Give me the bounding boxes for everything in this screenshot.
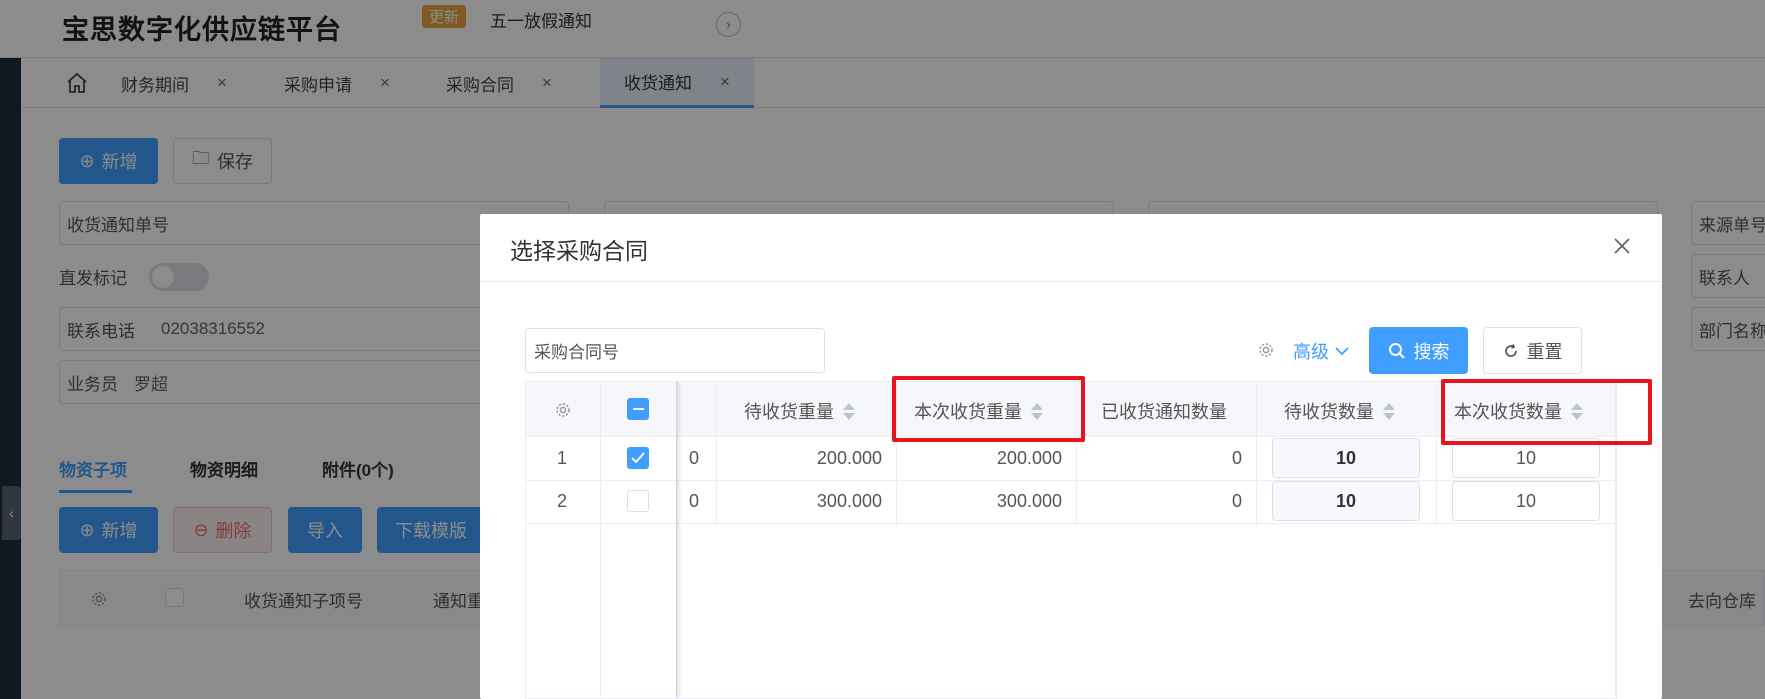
- row-this-weight: 200.000: [996, 448, 1062, 468]
- advanced-toggle[interactable]: 高级: [1293, 338, 1349, 364]
- dialog-title: 选择采购合同: [510, 238, 648, 264]
- row-divider: [526, 523, 1615, 524]
- row-received-count: 0: [1231, 448, 1242, 468]
- select-contract-dialog: 选择采购合同 采购合同号 高级 搜索 重置 待收货重量 本次收货重量 已收货通知…: [480, 214, 1662, 699]
- pending-qty-input[interactable]: 10: [1272, 438, 1420, 478]
- dialog-header: 选择采购合同: [480, 214, 1662, 282]
- row-received-count: 0: [1231, 491, 1242, 511]
- col-divider: [1436, 382, 1437, 526]
- row-cell: 0: [689, 491, 700, 511]
- check-icon: [631, 452, 645, 464]
- highlight-this-qty: [1441, 379, 1652, 445]
- col-divider: [600, 382, 601, 699]
- col-divider: [1256, 382, 1257, 526]
- row-divider: [526, 480, 1615, 481]
- sort-icon[interactable]: [1383, 402, 1395, 420]
- reset-button[interactable]: 重置: [1483, 327, 1582, 374]
- row-index: 1: [557, 448, 568, 468]
- col-pending-qty[interactable]: 待收货数量: [1284, 398, 1395, 424]
- fixed-column-shadow: [676, 382, 682, 698]
- row-pending-weight: 300.000: [816, 491, 882, 511]
- row-cell: 0: [689, 448, 700, 468]
- row-this-weight: 300.000: [996, 491, 1062, 511]
- pending-qty-input[interactable]: 10: [1272, 481, 1420, 521]
- select-all-checkbox[interactable]: [627, 398, 649, 420]
- this-qty-input[interactable]: 10: [1452, 481, 1600, 521]
- highlight-this-weight: [892, 376, 1085, 442]
- chevron-down-icon: [1335, 347, 1349, 356]
- contract-no-input[interactable]: 采购合同号: [525, 328, 825, 373]
- refresh-icon: [1504, 343, 1517, 357]
- gear-icon[interactable]: [554, 401, 572, 419]
- row-checkbox[interactable]: [627, 490, 649, 512]
- minus-icon: [632, 408, 644, 410]
- close-icon[interactable]: [1612, 236, 1632, 256]
- col-pending-weight[interactable]: 待收货重量: [744, 398, 855, 424]
- col-received-count[interactable]: 已收货通知数量: [1101, 398, 1227, 424]
- search-icon: [1388, 342, 1405, 359]
- row-index: 2: [557, 491, 568, 511]
- gear-icon[interactable]: [1257, 341, 1275, 359]
- row-checkbox[interactable]: [627, 447, 649, 469]
- row-pending-weight: 200.000: [816, 448, 882, 468]
- search-button[interactable]: 搜索: [1369, 327, 1468, 374]
- sort-icon[interactable]: [843, 402, 855, 420]
